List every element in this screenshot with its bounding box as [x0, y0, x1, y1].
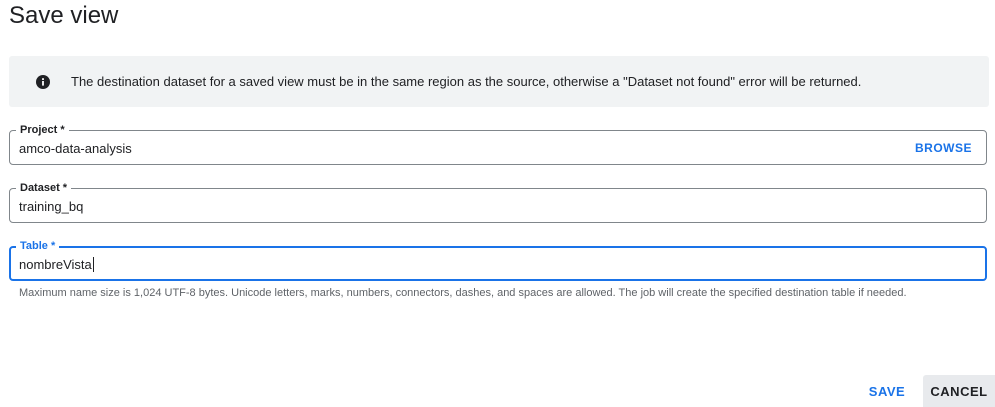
cancel-button[interactable]: CANCEL: [923, 375, 995, 407]
project-input[interactable]: amco-data-analysis: [19, 141, 132, 156]
dataset-field[interactable]: Dataset * training_bq: [9, 181, 987, 223]
dataset-input[interactable]: training_bq: [19, 199, 83, 214]
dataset-label: Dataset *: [16, 181, 72, 195]
browse-button[interactable]: BROWSE: [915, 141, 972, 155]
table-hint: Maximum name size is 1,024 UTF-8 bytes. …: [19, 287, 907, 299]
table-input-value: nombreVista: [19, 257, 92, 272]
save-button[interactable]: SAVE: [858, 375, 916, 407]
banner-message: The destination dataset for a saved view…: [71, 74, 862, 89]
text-caret: [92, 257, 94, 272]
table-label: Table *: [16, 239, 60, 253]
table-input[interactable]: nombreVista: [19, 257, 94, 272]
table-field[interactable]: Table * nombreVista: [9, 239, 987, 281]
dialog-title: Save view: [9, 2, 119, 29]
info-icon: [36, 74, 50, 89]
project-label: Project *: [16, 123, 69, 137]
info-banner: The destination dataset for a saved view…: [9, 56, 989, 107]
project-field[interactable]: Project * amco-data-analysis BROWSE: [9, 123, 987, 165]
